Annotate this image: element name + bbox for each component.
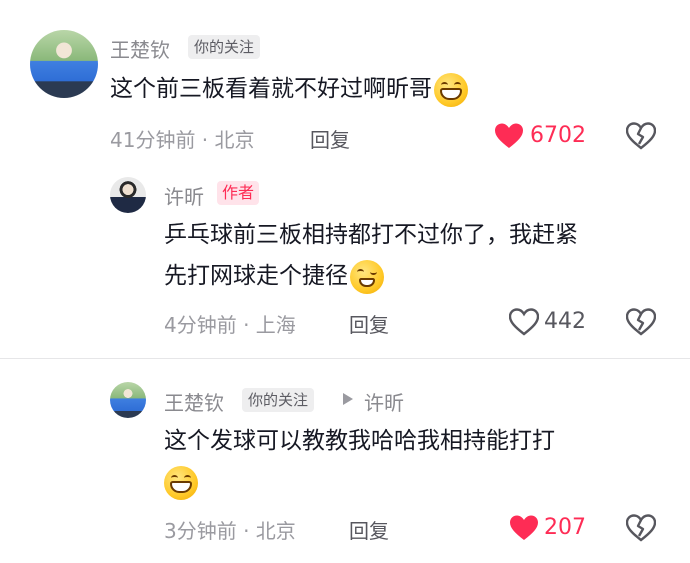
comment-author-name[interactable]: 王楚钦	[110, 34, 170, 63]
author-badge: 作者	[217, 181, 260, 205]
comment-text: 这个前三板看着就不好过啊昕哥	[110, 69, 468, 109]
comment-text-content: 这个发球可以教教我哈哈我相持能打打	[164, 428, 555, 454]
reply-arrow-icon	[343, 393, 353, 405]
comment-author-name[interactable]: 许昕	[164, 181, 204, 210]
comment-time-location: 3分钟前 · 北京	[164, 519, 296, 543]
follow-badge: 你的关注	[188, 35, 261, 59]
reply-to-name[interactable]: 许昕	[364, 387, 404, 416]
comment-emoji	[164, 466, 198, 500]
heart-filled-icon[interactable]	[494, 122, 524, 150]
comment-text-line: 乒乓球前三板相持都打不过你了，我赶紧	[164, 222, 578, 248]
reply-button[interactable]: 回复	[349, 515, 389, 544]
dislike-broken-heart-icon[interactable]	[626, 308, 656, 336]
heart-outline-icon[interactable]	[509, 308, 539, 336]
comment-text-content: 先打网球走个捷径	[164, 263, 348, 289]
comment-time-location: 4分钟前 · 上海	[164, 313, 296, 337]
reply-button[interactable]: 回复	[349, 309, 389, 338]
dislike-broken-heart-icon[interactable]	[626, 514, 656, 542]
avatar[interactable]	[110, 382, 146, 418]
like-count: 6702	[530, 123, 586, 148]
follow-badge: 你的关注	[242, 388, 315, 412]
grin-emoji-icon	[434, 72, 468, 107]
avatar[interactable]	[30, 30, 98, 98]
comment-time-location: 41分钟前 · 北京	[110, 128, 255, 152]
comment-text-content: 这个前三板看着就不好过啊昕哥	[110, 76, 432, 102]
like-count: 442	[544, 309, 586, 334]
grin-emoji-icon	[164, 466, 198, 500]
comment-author-name[interactable]: 王楚钦	[164, 387, 224, 416]
divider	[0, 358, 690, 359]
reply-button[interactable]: 回复	[310, 124, 350, 153]
like-count: 207	[544, 515, 586, 540]
comment-text: 先打网球走个捷径	[164, 256, 384, 296]
wink-emoji-icon	[350, 259, 384, 294]
avatar[interactable]	[110, 177, 146, 213]
heart-filled-icon[interactable]	[509, 514, 539, 542]
dislike-broken-heart-icon[interactable]	[626, 122, 656, 150]
